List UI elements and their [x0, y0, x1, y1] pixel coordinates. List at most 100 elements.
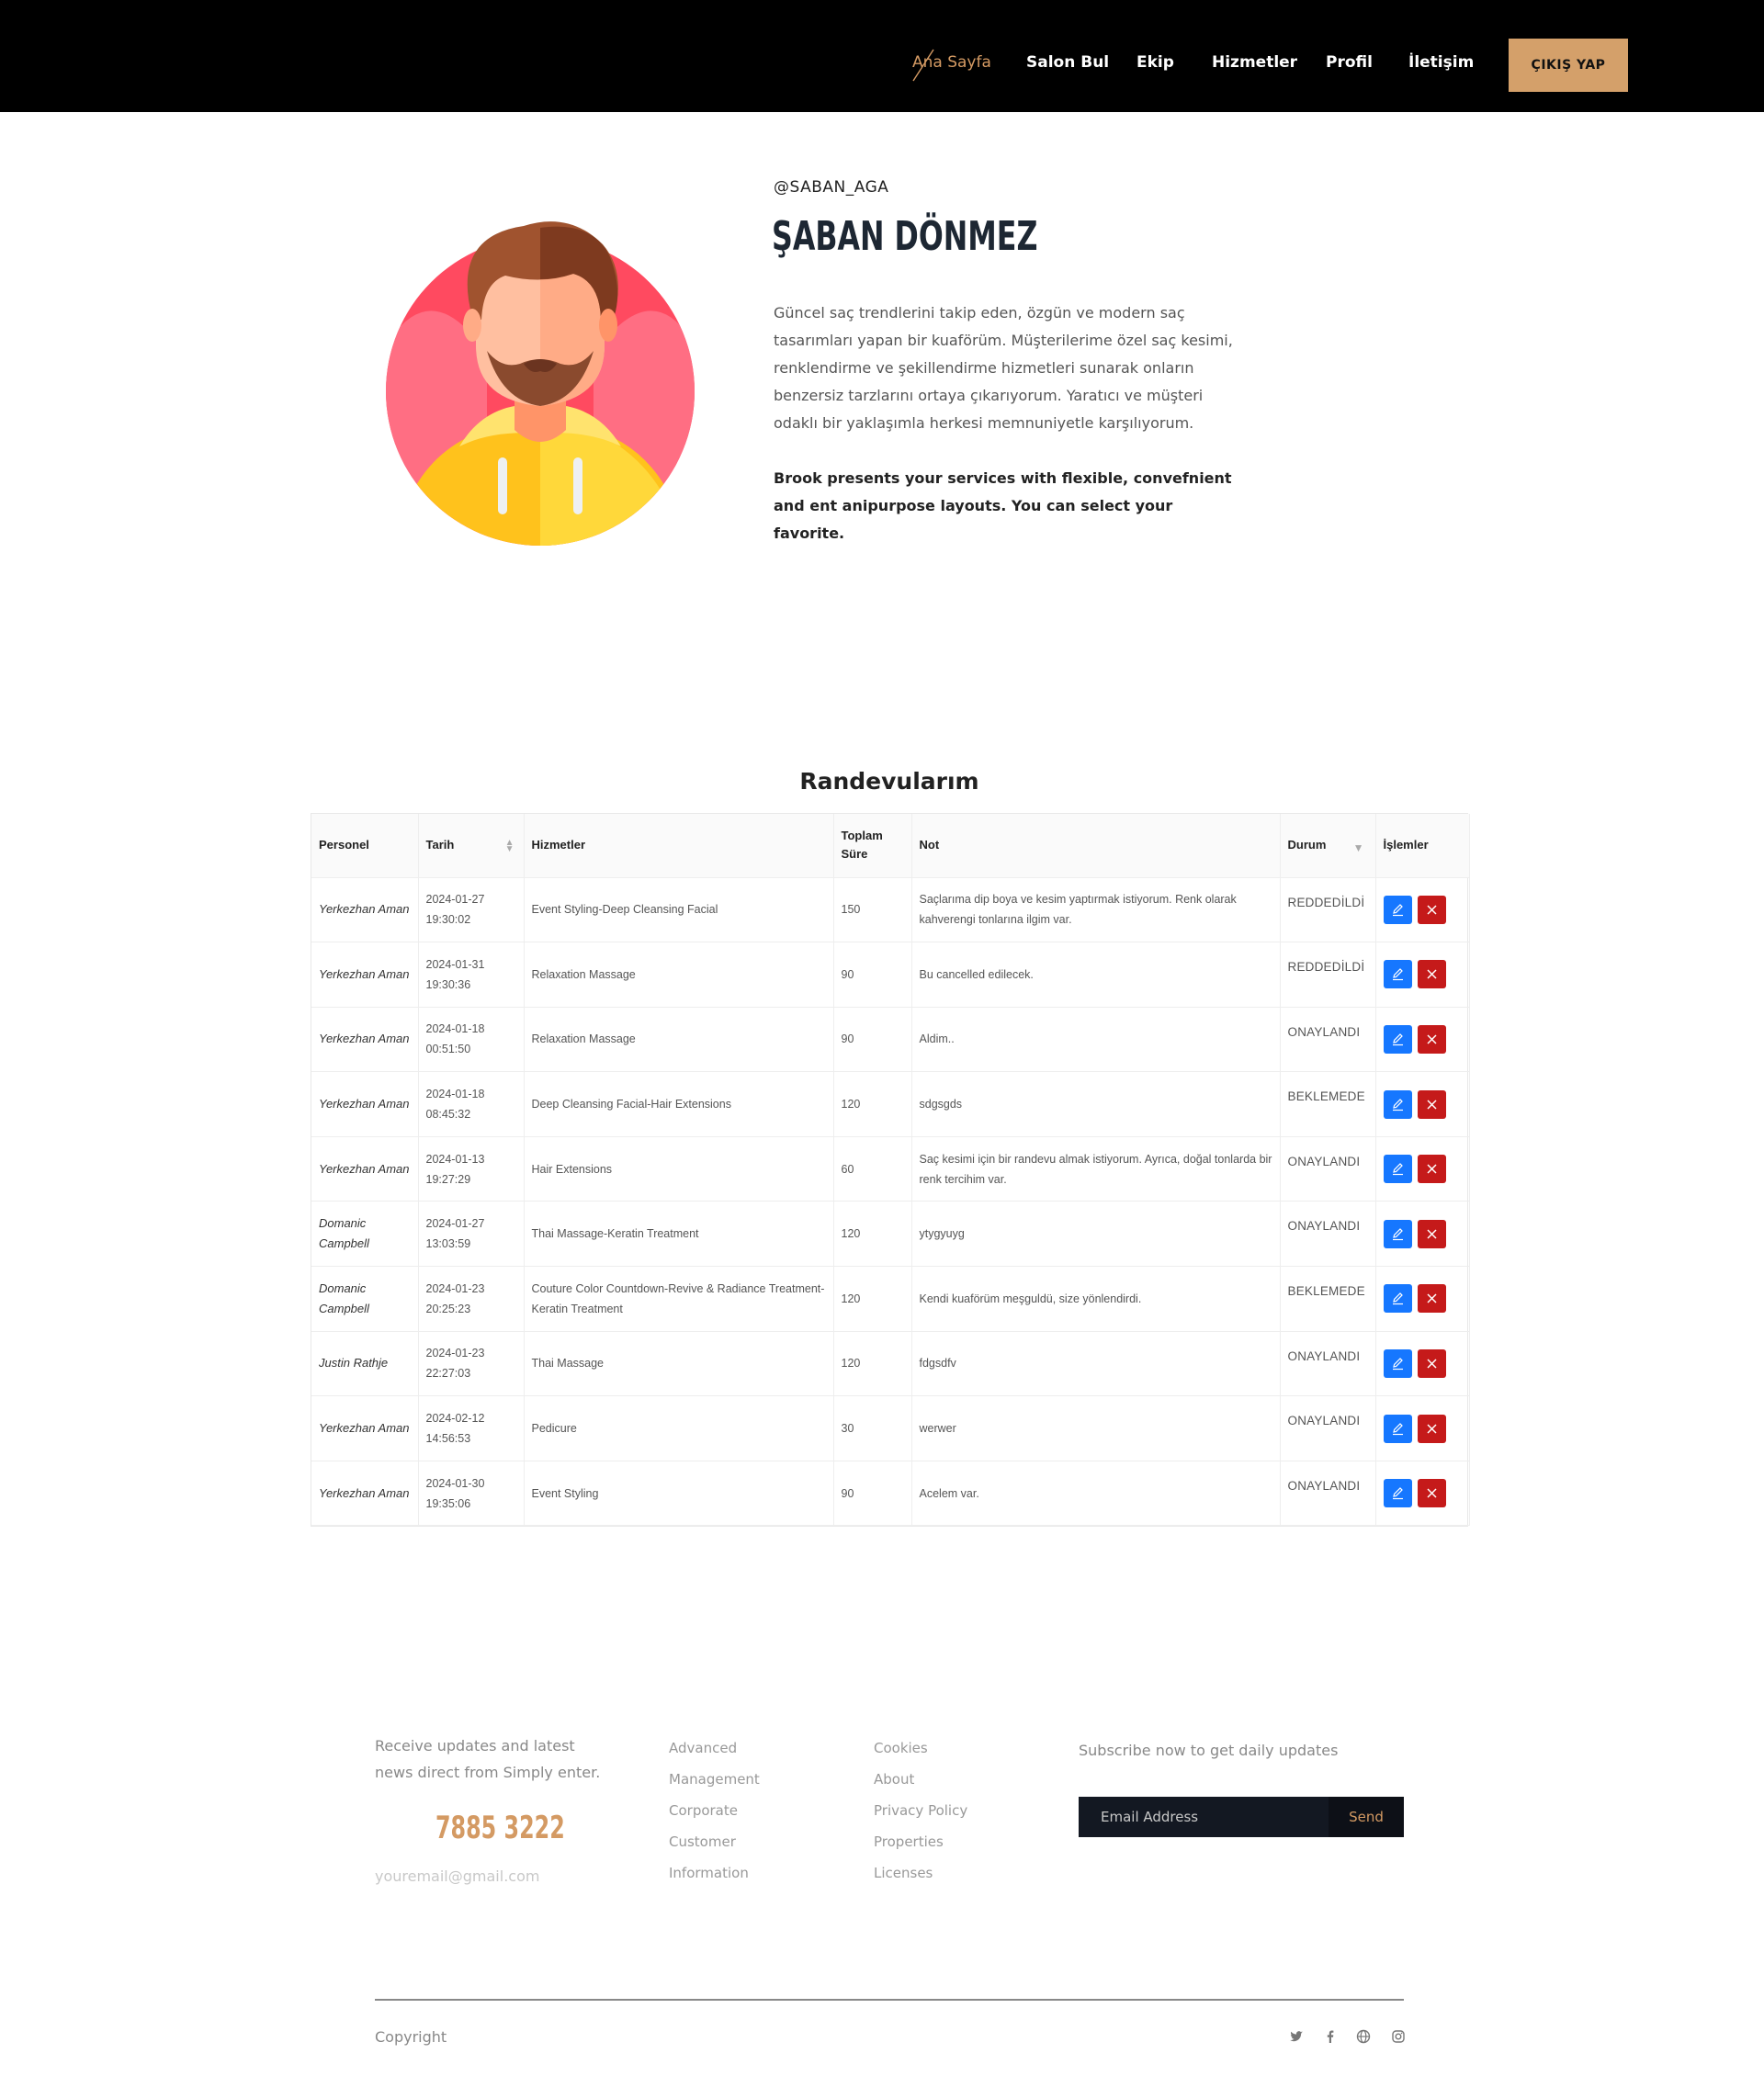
table-row: Yerkezhan Aman 2024-02-12 14:56:53 Pedicur…: [311, 1395, 1470, 1461]
footer-link-corporate[interactable]: Corporate: [669, 1802, 738, 1819]
cell-durum: ONAYLANDI: [1280, 1395, 1376, 1461]
edit-button[interactable]: [1383, 1479, 1412, 1508]
edit-button[interactable]: [1383, 1284, 1412, 1314]
nav-home[interactable]: Ana Sayfa: [912, 53, 991, 72]
subscribe-text: Subscribe now to get daily updates: [1079, 1742, 1339, 1759]
cell-durum: ONAYLANDI: [1280, 1007, 1376, 1073]
footer-link-customer[interactable]: Customer: [669, 1833, 736, 1850]
cell-tarih: 2024-01-30 19:35:06: [418, 1461, 525, 1527]
footer-intro: Receive updates and latest news direct f…: [375, 1737, 601, 1781]
delete-button[interactable]: [1417, 1284, 1446, 1314]
cell-not: Saçlarıma dip boya ve kesim yaptırmak is…: [911, 877, 1281, 943]
table-row: Yerkezhan Aman 2024-01-18 08:45:32 Deep Cl…: [311, 1071, 1470, 1137]
send-button[interactable]: Send: [1329, 1797, 1404, 1837]
email-field[interactable]: Email Address: [1079, 1797, 1329, 1837]
edit-button[interactable]: [1383, 1024, 1412, 1054]
cell-sure: 150: [833, 877, 912, 943]
cell-durum: ONAYLANDI: [1280, 1201, 1376, 1268]
cell-hizmetler: Event Styling-Deep Cleansing Facial: [524, 877, 834, 943]
nav-services[interactable]: Hizmetler: [1212, 53, 1297, 72]
cell-actions: [1375, 1007, 1470, 1073]
cell-durum: ONAYLANDI: [1280, 1461, 1376, 1527]
edit-button[interactable]: [1383, 1089, 1412, 1119]
edit-button[interactable]: [1383, 1414, 1412, 1443]
delete-button[interactable]: [1417, 1414, 1446, 1443]
edit-button[interactable]: [1383, 1219, 1412, 1248]
col-durum-label: Durum: [1287, 838, 1327, 852]
footer-link-information[interactable]: Information: [669, 1865, 749, 1881]
profile-handle: @SABAN_AGA: [774, 178, 889, 197]
cell-personel: Yerkezhan Aman: [311, 1395, 419, 1461]
cell-hizmetler: Pedicure: [524, 1395, 834, 1461]
delete-button[interactable]: [1417, 960, 1446, 989]
footer-link-licenses[interactable]: Licenses: [874, 1865, 933, 1881]
cell-personel: Justin Rathje: [311, 1331, 419, 1397]
delete-button[interactable]: [1417, 1348, 1446, 1378]
table-row: Yerkezhan Aman 2024-01-30 19:35:06 Event S…: [311, 1461, 1470, 1527]
cell-sure: 120: [833, 1071, 912, 1137]
footer-link-properties[interactable]: Properties: [874, 1833, 944, 1850]
cell-durum: BEKLEMEDE: [1280, 1071, 1376, 1137]
instagram-icon[interactable]: [1391, 2029, 1406, 2044]
delete-button[interactable]: [1417, 1155, 1446, 1184]
nav-team[interactable]: Ekip: [1136, 53, 1174, 72]
footer-link-privacy[interactable]: Privacy Policy: [874, 1802, 967, 1819]
footer-link-about[interactable]: About: [874, 1771, 914, 1788]
cell-not: Kendi kuaförüm meşguldü, size yönlendird…: [911, 1266, 1281, 1332]
col-tarih[interactable]: Tarih ▲ ▼: [418, 814, 525, 878]
cell-hizmetler: Event Styling: [524, 1461, 834, 1527]
facebook-icon[interactable]: [1323, 2029, 1338, 2044]
edit-button[interactable]: [1383, 960, 1412, 989]
col-durum[interactable]: Durum ▼: [1280, 814, 1376, 878]
cell-hizmetler: Relaxation Massage: [524, 1007, 834, 1073]
edit-button[interactable]: [1383, 895, 1412, 924]
cell-personel: Yerkezhan Aman: [311, 1007, 419, 1073]
delete-button[interactable]: [1417, 1024, 1446, 1054]
copyright-text: Copyright: [375, 2028, 447, 2046]
cell-tarih: 2024-01-23 22:27:03: [418, 1331, 525, 1397]
filter-icon[interactable]: ▼: [1353, 839, 1364, 857]
col-toplam-sure: Toplam Süre: [833, 814, 912, 878]
globe-icon[interactable]: [1356, 2029, 1371, 2044]
twitter-icon[interactable]: [1289, 2029, 1304, 2044]
cell-not: fdgsdfv: [911, 1331, 1281, 1397]
cell-actions: [1375, 1266, 1470, 1332]
delete-button[interactable]: [1417, 895, 1446, 924]
sort-icon[interactable]: ▲ ▼: [505, 839, 514, 854]
delete-button[interactable]: [1417, 1089, 1446, 1119]
logout-button[interactable]: ÇIKIŞ YAP: [1509, 39, 1628, 92]
footer-link-advanced[interactable]: Advanced: [669, 1740, 737, 1756]
cell-not: Bu cancelled edilecek.: [911, 942, 1281, 1008]
delete-button[interactable]: [1417, 1219, 1446, 1248]
table-row: Yerkezhan Aman 2024-01-27 19:30:02 Event S…: [311, 877, 1470, 943]
table-row: Justin Rathje 2024-01-23 22:27:03 Thai Mas…: [311, 1331, 1470, 1397]
cell-hizmetler: Couture Color Countdown-Revive & Radianc…: [524, 1266, 834, 1332]
cell-durum: REDDEDİLDİ: [1280, 942, 1376, 1008]
nav-find-salon[interactable]: Salon Bul: [1026, 53, 1109, 72]
cell-sure: 90: [833, 942, 912, 1008]
nav-contact[interactable]: İletişim: [1408, 53, 1474, 72]
edit-button[interactable]: [1383, 1155, 1412, 1184]
cell-actions: [1375, 1331, 1470, 1397]
footer-phone[interactable]: 7885 3222: [435, 1810, 565, 1846]
appointments-table: Personel Tarih ▲ ▼ Hizmetler Toplam Süre N…: [311, 813, 1470, 1528]
cell-personel: Domanic Campbell: [311, 1201, 419, 1268]
cell-tarih: 2024-01-27 19:30:02: [418, 877, 525, 943]
cell-tarih: 2024-01-18 00:51:50: [418, 1007, 525, 1073]
delete-button[interactable]: [1417, 1479, 1446, 1508]
footer-link-management[interactable]: Management: [669, 1771, 760, 1788]
footer-link-cookies[interactable]: Cookies: [874, 1740, 928, 1756]
profile-bio: Güncel saç trendlerini takip eden, özgün…: [774, 304, 1233, 432]
footer-email[interactable]: youremail@gmail.com: [375, 1867, 539, 1885]
cell-durum: ONAYLANDI: [1280, 1136, 1376, 1202]
cell-not: Saç kesimi için bir randevu almak istiyo…: [911, 1136, 1281, 1202]
cell-sure: 90: [833, 1461, 912, 1527]
cell-durum: REDDEDİLDİ: [1280, 877, 1376, 943]
cell-hizmetler: Deep Cleansing Facial-Hair Extensions: [524, 1071, 834, 1137]
table-row: Yerkezhan Aman 2024-01-18 00:51:50 Relaxat…: [311, 1007, 1470, 1073]
cell-sure: 30: [833, 1395, 912, 1461]
edit-button[interactable]: [1383, 1348, 1412, 1378]
nav-profile[interactable]: Profil: [1326, 53, 1373, 72]
cell-personel: Yerkezhan Aman: [311, 1071, 419, 1137]
footer-divider: [375, 1999, 1404, 2001]
